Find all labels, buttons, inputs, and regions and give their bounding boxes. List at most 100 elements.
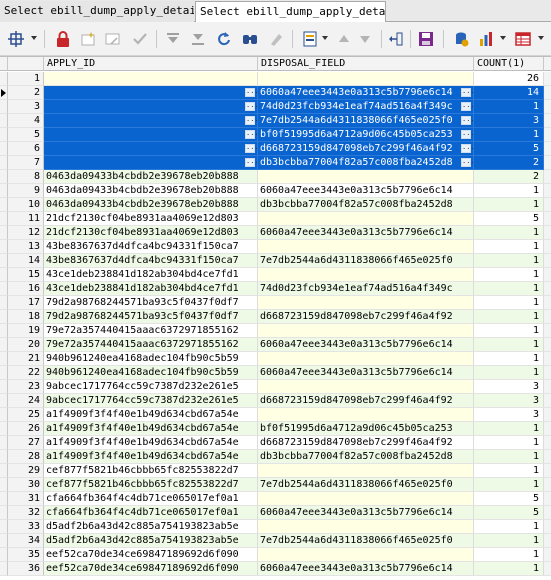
cell-disposal-field[interactable]: 74d0d23fcb934e1eaf74ad516a4f349c... bbox=[258, 100, 474, 114]
cell-count[interactable]: 1 bbox=[474, 268, 544, 282]
vertical-scrollbar-segment[interactable] bbox=[544, 184, 551, 198]
vertical-scrollbar-segment[interactable] bbox=[544, 282, 551, 296]
table-row[interactable]: 9 0463da09433b4cbdb2e39678eb20b888 6060a47… bbox=[0, 184, 551, 198]
sort-ascending-icon[interactable] bbox=[334, 29, 354, 49]
row-indicator[interactable] bbox=[0, 100, 8, 114]
vertical-scrollbar-segment[interactable] bbox=[544, 72, 551, 86]
row-indicator[interactable] bbox=[0, 226, 8, 240]
cell-disposal-field[interactable] bbox=[258, 464, 474, 478]
cell-count[interactable]: 1 bbox=[474, 450, 544, 464]
field-editor-button[interactable]: ... bbox=[461, 88, 473, 97]
cell-count[interactable]: 1 bbox=[474, 436, 544, 450]
row-indicator[interactable] bbox=[0, 380, 8, 394]
vertical-scrollbar-segment[interactable] bbox=[544, 534, 551, 548]
field-editor-button[interactable]: ... bbox=[245, 116, 257, 125]
field-editor-button[interactable]: ... bbox=[245, 158, 257, 167]
table-row[interactable]: 23 9abcec1717764cc59c7387d232e261e5 3 bbox=[0, 380, 551, 394]
row-indicator[interactable] bbox=[0, 450, 8, 464]
cell-count[interactable]: 2 bbox=[474, 156, 544, 170]
cell-count[interactable]: 5 bbox=[474, 212, 544, 226]
cell-count[interactable]: 1 bbox=[474, 478, 544, 492]
cell-count[interactable]: 1 bbox=[474, 310, 544, 324]
table-row[interactable]: 33 d5adf2b6a43d42c885a754193823ab5e 1 bbox=[0, 520, 551, 534]
cell-disposal-field[interactable]: d668723159d847098eb7c299f46a4f92... bbox=[258, 142, 474, 156]
table-dropdown-icon[interactable] bbox=[538, 36, 544, 40]
cell-apply-id[interactable]: a1f4909f3f4f40e1b49d634cbd67a54e bbox=[44, 408, 258, 422]
row-indicator[interactable] bbox=[0, 534, 8, 548]
cell-count[interactable]: 5 bbox=[474, 506, 544, 520]
clear-icon[interactable] bbox=[266, 29, 286, 49]
table-row[interactable]: 27 a1f4909f3f4f40e1b49d634cbd67a54e d66872… bbox=[0, 436, 551, 450]
table-row[interactable]: 25 a1f4909f3f4f40e1b49d634cbd67a54e 3 bbox=[0, 408, 551, 422]
cell-count[interactable]: 1 bbox=[474, 296, 544, 310]
cell-disposal-field[interactable] bbox=[258, 170, 474, 184]
single-record-view-icon[interactable] bbox=[300, 29, 320, 49]
vertical-scrollbar-segment[interactable] bbox=[544, 128, 551, 142]
cell-apply-id[interactable]: eef52ca70de34ce69847189692d6f090 bbox=[44, 548, 258, 562]
cell-count[interactable]: 1 bbox=[474, 128, 544, 142]
cell-count[interactable]: 3 bbox=[474, 408, 544, 422]
row-indicator[interactable] bbox=[0, 352, 8, 366]
cell-apply-id[interactable]: ... bbox=[44, 114, 258, 128]
table-row[interactable]: 5... bf0f51995d6a4712a9d06c45b05ca253... 1 bbox=[0, 128, 551, 142]
cell-disposal-field[interactable] bbox=[258, 352, 474, 366]
chart-dropdown-icon[interactable] bbox=[500, 36, 506, 40]
cell-count[interactable]: 1 bbox=[474, 198, 544, 212]
add-row-icon[interactable] bbox=[78, 29, 98, 49]
vertical-scrollbar-segment[interactable] bbox=[544, 450, 551, 464]
cell-count[interactable]: 3 bbox=[474, 394, 544, 408]
cell-count[interactable]: 2 bbox=[474, 170, 544, 184]
row-indicator[interactable] bbox=[0, 338, 8, 352]
field-editor-button[interactable]: ... bbox=[461, 102, 473, 111]
vertical-scrollbar-segment[interactable] bbox=[544, 380, 551, 394]
row-indicator[interactable] bbox=[0, 394, 8, 408]
row-indicator[interactable] bbox=[0, 198, 8, 212]
table-row[interactable]: 20 79e72a357440415aaac6372971855162 6060a4… bbox=[0, 338, 551, 352]
cell-apply-id[interactable]: ... bbox=[44, 156, 258, 170]
vertical-scrollbar-segment[interactable] bbox=[544, 268, 551, 282]
vertical-scrollbar-segment[interactable] bbox=[544, 254, 551, 268]
row-indicator[interactable] bbox=[0, 142, 8, 156]
vertical-scrollbar-segment[interactable] bbox=[544, 464, 551, 478]
field-editor-button[interactable]: ... bbox=[461, 158, 473, 167]
cell-count[interactable]: 1 bbox=[474, 534, 544, 548]
cell-apply-id[interactable]: 21dcf2130cf04be8931aa4069e12d803 bbox=[44, 212, 258, 226]
cell-count[interactable]: 1 bbox=[474, 254, 544, 268]
field-editor-button[interactable]: ... bbox=[461, 116, 473, 125]
cell-apply-id[interactable]: 0463da09433b4cbdb2e39678eb20b888 bbox=[44, 184, 258, 198]
cell-apply-id[interactable]: a1f4909f3f4f40e1b49d634cbd67a54e bbox=[44, 422, 258, 436]
cell-apply-id[interactable]: 79d2a98768244571ba93c5f0437f0df7 bbox=[44, 296, 258, 310]
row-indicator[interactable] bbox=[0, 282, 8, 296]
row-indicator[interactable] bbox=[0, 72, 8, 86]
table-row[interactable]: 15 43ce1deb238841d182ab304bd4ce7fd1 1 bbox=[0, 268, 551, 282]
row-indicator[interactable] bbox=[0, 464, 8, 478]
cell-apply-id[interactable]: cef877f5821b46cbbb65fc82553822d7 bbox=[44, 464, 258, 478]
table-row[interactable]: 6... d668723159d847098eb7c299f46a4f92... 5 bbox=[0, 142, 551, 156]
row-indicator[interactable] bbox=[0, 156, 8, 170]
cell-count[interactable]: 1 bbox=[474, 338, 544, 352]
row-indicator[interactable] bbox=[0, 408, 8, 422]
table-row[interactable]: 19 79e72a357440415aaac6372971855162 1 bbox=[0, 324, 551, 338]
vertical-scrollbar-segment[interactable] bbox=[544, 492, 551, 506]
table-row[interactable]: 11 21dcf2130cf04be8931aa4069e12d803 5 bbox=[0, 212, 551, 226]
vertical-scrollbar-segment[interactable] bbox=[544, 114, 551, 128]
cell-apply-id[interactable]: 43ce1deb238841d182ab304bd4ce7fd1 bbox=[44, 282, 258, 296]
last-record-icon[interactable] bbox=[188, 29, 208, 49]
cell-disposal-field[interactable]: bf0f51995d6a4712a9d06c45b05ca253 bbox=[258, 422, 474, 436]
vertical-scrollbar-segment[interactable] bbox=[544, 142, 551, 156]
row-indicator[interactable] bbox=[0, 128, 8, 142]
cell-disposal-field[interactable] bbox=[258, 268, 474, 282]
cell-disposal-field[interactable] bbox=[258, 72, 474, 86]
cell-disposal-field[interactable]: 6060a47eee3443e0a313c5b7796e6c14 bbox=[258, 184, 474, 198]
field-editor-button[interactable]: ... bbox=[245, 144, 257, 153]
cell-apply-id[interactable]: 43be8367637d4dfca4bc94331f150ca7 bbox=[44, 254, 258, 268]
sort-descending-icon[interactable] bbox=[355, 29, 375, 49]
cell-disposal-field[interactable] bbox=[258, 296, 474, 310]
cell-count[interactable]: 3 bbox=[474, 380, 544, 394]
row-indicator[interactable] bbox=[0, 436, 8, 450]
vertical-scrollbar-segment[interactable] bbox=[544, 422, 551, 436]
cell-disposal-field[interactable]: db3bcbba77004f82a57c008fba2452d8 bbox=[258, 198, 474, 212]
cell-apply-id[interactable]: 0463da09433b4cbdb2e39678eb20b888 bbox=[44, 198, 258, 212]
vertical-scrollbar-segment[interactable] bbox=[544, 156, 551, 170]
vertical-scrollbar-segment[interactable] bbox=[544, 100, 551, 114]
